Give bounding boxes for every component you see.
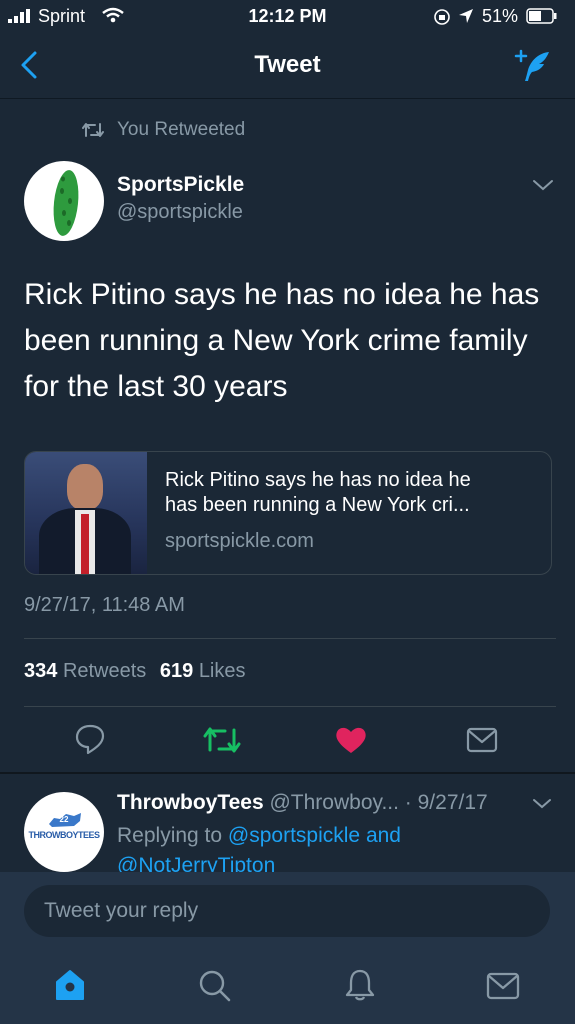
divider bbox=[24, 638, 556, 639]
location-icon bbox=[459, 9, 473, 23]
reply-avatar[interactable]: 22 THROWBOYTEES bbox=[24, 792, 104, 872]
battery-percent: 51% bbox=[482, 6, 519, 26]
reply-input-placeholder: Tweet your reply bbox=[44, 899, 199, 922]
tweet-text-line: been running a New York crime family bbox=[24, 324, 528, 357]
and-label: and bbox=[365, 824, 401, 847]
card-title-line: Rick Pitino says he has no idea he bbox=[165, 469, 471, 491]
retweets-label[interactable]: Retweets bbox=[63, 660, 146, 682]
chevron-down-icon[interactable] bbox=[532, 797, 552, 811]
tweet-text-line: Rick Pitino says he has no idea he has bbox=[24, 278, 540, 311]
reply-author-name[interactable]: ThrowboyTees bbox=[117, 791, 264, 814]
divider bbox=[0, 772, 575, 774]
like-count[interactable]: 619 bbox=[160, 660, 193, 682]
retweet-icon bbox=[82, 123, 104, 137]
search-icon[interactable] bbox=[198, 969, 232, 1003]
reply-date: · 9/27/17 bbox=[404, 791, 488, 814]
tweet-stats: 334 Retweets 619 Likes bbox=[24, 660, 246, 683]
replying-to-label: Replying to bbox=[117, 824, 223, 847]
author-name[interactable]: SportsPickle bbox=[117, 173, 244, 197]
author-handle[interactable]: @sportspickle bbox=[117, 201, 243, 224]
reply-header: ThrowboyTees @Throwboy... · 9/27/17 bbox=[117, 791, 488, 815]
retweet-context: You Retweeted bbox=[117, 119, 246, 140]
reply-icon[interactable] bbox=[74, 723, 106, 755]
notifications-icon[interactable] bbox=[344, 968, 376, 1002]
card-image bbox=[25, 452, 147, 574]
card-image-tie bbox=[81, 514, 89, 574]
link-card[interactable]: Rick Pitino says he has no idea he has b… bbox=[24, 451, 552, 575]
card-title-line: has been running a New York cri... bbox=[165, 494, 470, 516]
home-icon[interactable] bbox=[54, 968, 86, 1002]
reply-input[interactable]: Tweet your reply bbox=[24, 885, 550, 937]
card-domain: sportspickle.com bbox=[165, 530, 314, 552]
divider bbox=[24, 706, 556, 707]
card-image-face bbox=[67, 464, 103, 510]
tweet-timestamp: 9/27/17, 11:48 AM bbox=[24, 594, 185, 616]
likes-label[interactable]: Likes bbox=[199, 660, 246, 682]
retweet-action-icon[interactable] bbox=[202, 725, 242, 755]
page-title: Tweet bbox=[254, 51, 321, 78]
nav-bar: Tweet bbox=[0, 34, 575, 99]
chevron-down-icon[interactable] bbox=[532, 178, 554, 192]
avatar-text: THROWBOYTEES bbox=[28, 830, 100, 840]
avatar-number: 22 bbox=[59, 815, 69, 824]
retweet-count[interactable]: 334 bbox=[24, 660, 57, 682]
like-icon[interactable] bbox=[335, 726, 367, 754]
messages-icon[interactable] bbox=[486, 972, 520, 1000]
battery-icon bbox=[526, 8, 557, 24]
tweet-text: Rick Pitino says he has no idea he has b… bbox=[24, 272, 564, 410]
card-title: Rick Pitino says he has no idea he has b… bbox=[165, 468, 541, 518]
tweet-text-line: for the last 30 years bbox=[24, 370, 288, 403]
avatar[interactable] bbox=[24, 161, 104, 241]
status-bar: Sprint 12:12 PM 51% bbox=[0, 0, 575, 34]
compose-tweet-icon[interactable] bbox=[511, 48, 553, 84]
pickle-logo bbox=[53, 170, 79, 236]
mention-link[interactable]: @sportspickle bbox=[228, 824, 360, 847]
direct-message-icon[interactable] bbox=[466, 727, 498, 753]
reply-author-handle[interactable]: @Throwboy... bbox=[269, 791, 398, 814]
orientation-lock-icon bbox=[434, 9, 450, 25]
